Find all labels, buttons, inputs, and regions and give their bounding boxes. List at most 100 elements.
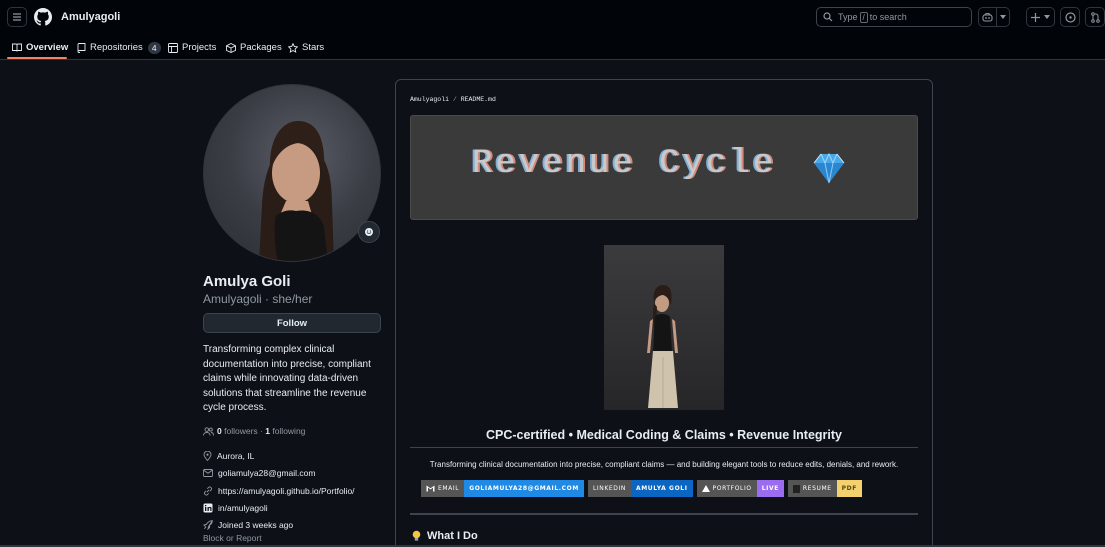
readme-owner-link[interactable]: Amulyagoli [410, 96, 449, 103]
lightbulb-icon [412, 530, 421, 541]
website-item: https://amulyagoli.github.io/Portfolio/ [203, 486, 355, 496]
email-badge-key: EMAIL [421, 480, 465, 497]
avatar-portrait [259, 121, 334, 261]
resume-badge-key-text: RESUME [802, 485, 832, 492]
mail-icon [203, 469, 213, 477]
copilot-dropdown-button[interactable] [996, 7, 1010, 27]
profile-bio: Transforming complex clinical documentat… [203, 344, 371, 413]
gem-icon [813, 152, 845, 184]
followers-count[interactable]: 0 [217, 426, 222, 436]
table-icon [168, 42, 178, 53]
following-label[interactable]: following [272, 426, 305, 436]
follow-button[interactable]: Follow [203, 313, 381, 333]
tab-packages-label: Packages [240, 42, 282, 53]
link-icon [204, 486, 212, 496]
tab-repositories[interactable]: Repositories 4 [77, 35, 161, 60]
location-text: Aurora, IL [217, 451, 255, 461]
readme-file-link[interactable]: README.md [461, 96, 496, 103]
portfolio-badge-value: LIVE [756, 480, 784, 497]
tab-stars-label: Stars [302, 42, 325, 53]
smiley-icon [365, 228, 373, 236]
followers-following: 0 followers · 1 following [203, 426, 305, 436]
joined-item: Joined 3 weeks ago [203, 520, 293, 530]
search-suffix: to search [869, 12, 907, 22]
readme-tagline: Transforming clinical documentation into… [429, 460, 899, 469]
create-new-button[interactable] [1026, 7, 1055, 27]
triangle-icon [701, 485, 710, 492]
resume-badge[interactable]: RESUME PDF [787, 480, 862, 497]
linkedin-link[interactable]: in/amulyagoli [218, 503, 268, 513]
portrait-image [647, 285, 678, 408]
resume-badge-value: PDF [836, 480, 862, 497]
joined-text: Joined 3 weeks ago [218, 520, 294, 530]
followers-label[interactable]: followers [224, 426, 258, 436]
linkedin-badge[interactable]: LINKEDIN AMULYA GOLI [587, 480, 693, 497]
badge-row: EMAIL GOLIAMULYA28@GMAIL.COM LINKEDIN AM… [421, 480, 866, 497]
menu-button[interactable] [7, 7, 27, 27]
star-icon [288, 42, 298, 53]
avatar[interactable] [203, 84, 381, 262]
location-item: Aurora, IL [203, 451, 254, 461]
copilot-icon [982, 12, 993, 22]
resume-badge-key: RESUME [787, 480, 837, 497]
search-input[interactable]: Type / to search [816, 7, 972, 27]
tab-repositories-label: Repositories [90, 42, 143, 53]
readme-photo [604, 245, 724, 410]
readme-heading: CPC-certified • Medical Coding & Claims … [485, 428, 843, 442]
portfolio-badge[interactable]: PORTFOLIO LIVE [696, 480, 784, 497]
website-link[interactable]: https://amulyagoli.github.io/Portfolio/ [218, 486, 355, 496]
email-item: goliamulya28@gmail.com [203, 468, 315, 478]
email-badge-key-text: EMAIL [438, 485, 460, 492]
rocket-icon [203, 520, 213, 530]
banner-title: Revenue Cycle [472, 145, 777, 183]
tab-projects-label: Projects [182, 42, 217, 53]
profile-nav [0, 35, 1105, 60]
document-icon [792, 484, 800, 493]
copilot-button[interactable] [978, 7, 997, 27]
github-logo-icon[interactable] [34, 8, 52, 26]
section-heading-what-i-do: What I Do [412, 530, 478, 542]
people-icon [203, 426, 214, 436]
pull-request-icon [1090, 11, 1100, 23]
plus-icon [1031, 12, 1040, 22]
linkedin-icon [203, 503, 213, 513]
set-status-button[interactable] [358, 221, 380, 243]
section-heading-text: What I Do [427, 530, 478, 542]
block-or-report-link[interactable]: Block or Report [203, 533, 262, 543]
pull-requests-button[interactable] [1085, 7, 1105, 27]
location-pin-icon [203, 451, 212, 461]
gmail-icon [426, 485, 435, 492]
profile-login-pronouns: Amulyagoli · she/her [203, 292, 313, 306]
linkedin-badge-key: LINKEDIN [587, 480, 631, 497]
owner-link[interactable]: Amulyagoli [61, 11, 120, 23]
hamburger-icon [13, 13, 21, 21]
chevron-down-icon [1000, 15, 1006, 19]
email-link[interactable]: goliamulya28@gmail.com [218, 468, 315, 478]
heading-rule [410, 447, 918, 448]
chevron-down-icon [1044, 15, 1050, 19]
section-rule [410, 513, 918, 515]
email-badge[interactable]: EMAIL GOLIAMULYA28@GMAIL.COM [421, 480, 584, 497]
profile-name: Amulya Goli [203, 273, 291, 290]
tab-projects[interactable]: Projects [168, 35, 216, 60]
book-icon [12, 43, 22, 52]
repositories-count-badge: 4 [147, 41, 161, 54]
issue-circle-icon [1064, 11, 1076, 23]
repo-icon [77, 42, 86, 53]
linkedin-badge-value: AMULYA GOLI [630, 480, 693, 497]
portfolio-badge-key-text: PORTFOLIO [712, 485, 752, 492]
readme-breadcrumb: Amulyagoli / README.md [410, 96, 496, 103]
search-shortcut-key: / [859, 11, 868, 23]
search-prefix: Type [838, 12, 858, 22]
issues-button[interactable] [1060, 7, 1080, 27]
tab-overview-label: Overview [26, 42, 69, 53]
tab-packages[interactable]: Packages [226, 35, 282, 60]
portfolio-badge-key: PORTFOLIO [696, 480, 757, 497]
following-count[interactable]: 1 [265, 426, 270, 436]
active-tab-indicator [7, 57, 67, 59]
email-badge-value: GOLIAMULYA28@GMAIL.COM [464, 480, 584, 497]
tab-stars[interactable]: Stars [288, 35, 324, 60]
search-icon [823, 12, 833, 22]
package-icon [226, 42, 236, 53]
linkedin-item: in/amulyagoli [203, 503, 268, 513]
